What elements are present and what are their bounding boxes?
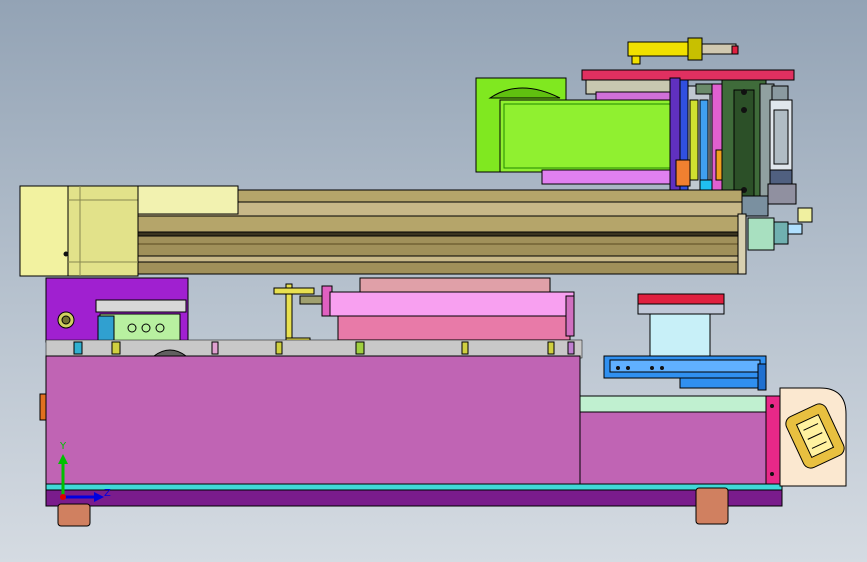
middle-slide-assembly[interactable] xyxy=(273,277,575,345)
mint-support-plate[interactable] xyxy=(579,395,767,413)
green-module[interactable] xyxy=(499,99,673,173)
copper-foot-left[interactable] xyxy=(57,503,91,527)
linear-module[interactable] xyxy=(19,185,747,277)
pink-slide-block[interactable] xyxy=(337,315,571,341)
rail-lower-profile[interactable] xyxy=(137,235,743,257)
cad-assembly-scene[interactable] xyxy=(0,0,867,562)
base-bottom-plate[interactable] xyxy=(45,489,783,507)
cyan-column[interactable] xyxy=(649,313,711,359)
top-cylinder[interactable] xyxy=(627,41,689,57)
mint-side-block[interactable] xyxy=(747,217,775,251)
cad-viewport[interactable]: Y Z xyxy=(0,0,867,562)
motor-housing[interactable] xyxy=(19,185,69,277)
cyan-base-strip[interactable] xyxy=(45,483,783,491)
pink-slide-cylinder[interactable] xyxy=(329,291,575,317)
red-top-plate[interactable] xyxy=(581,69,795,81)
violet-panel[interactable] xyxy=(541,169,673,185)
linear-rail[interactable] xyxy=(137,215,743,233)
copper-foot-right[interactable] xyxy=(695,487,729,525)
main-base-body[interactable] xyxy=(45,355,581,487)
triad-y-label: Y xyxy=(60,441,67,452)
pink-end-post[interactable] xyxy=(765,395,781,485)
triad-z-label: Z xyxy=(104,488,111,499)
red-cap[interactable] xyxy=(637,293,725,305)
